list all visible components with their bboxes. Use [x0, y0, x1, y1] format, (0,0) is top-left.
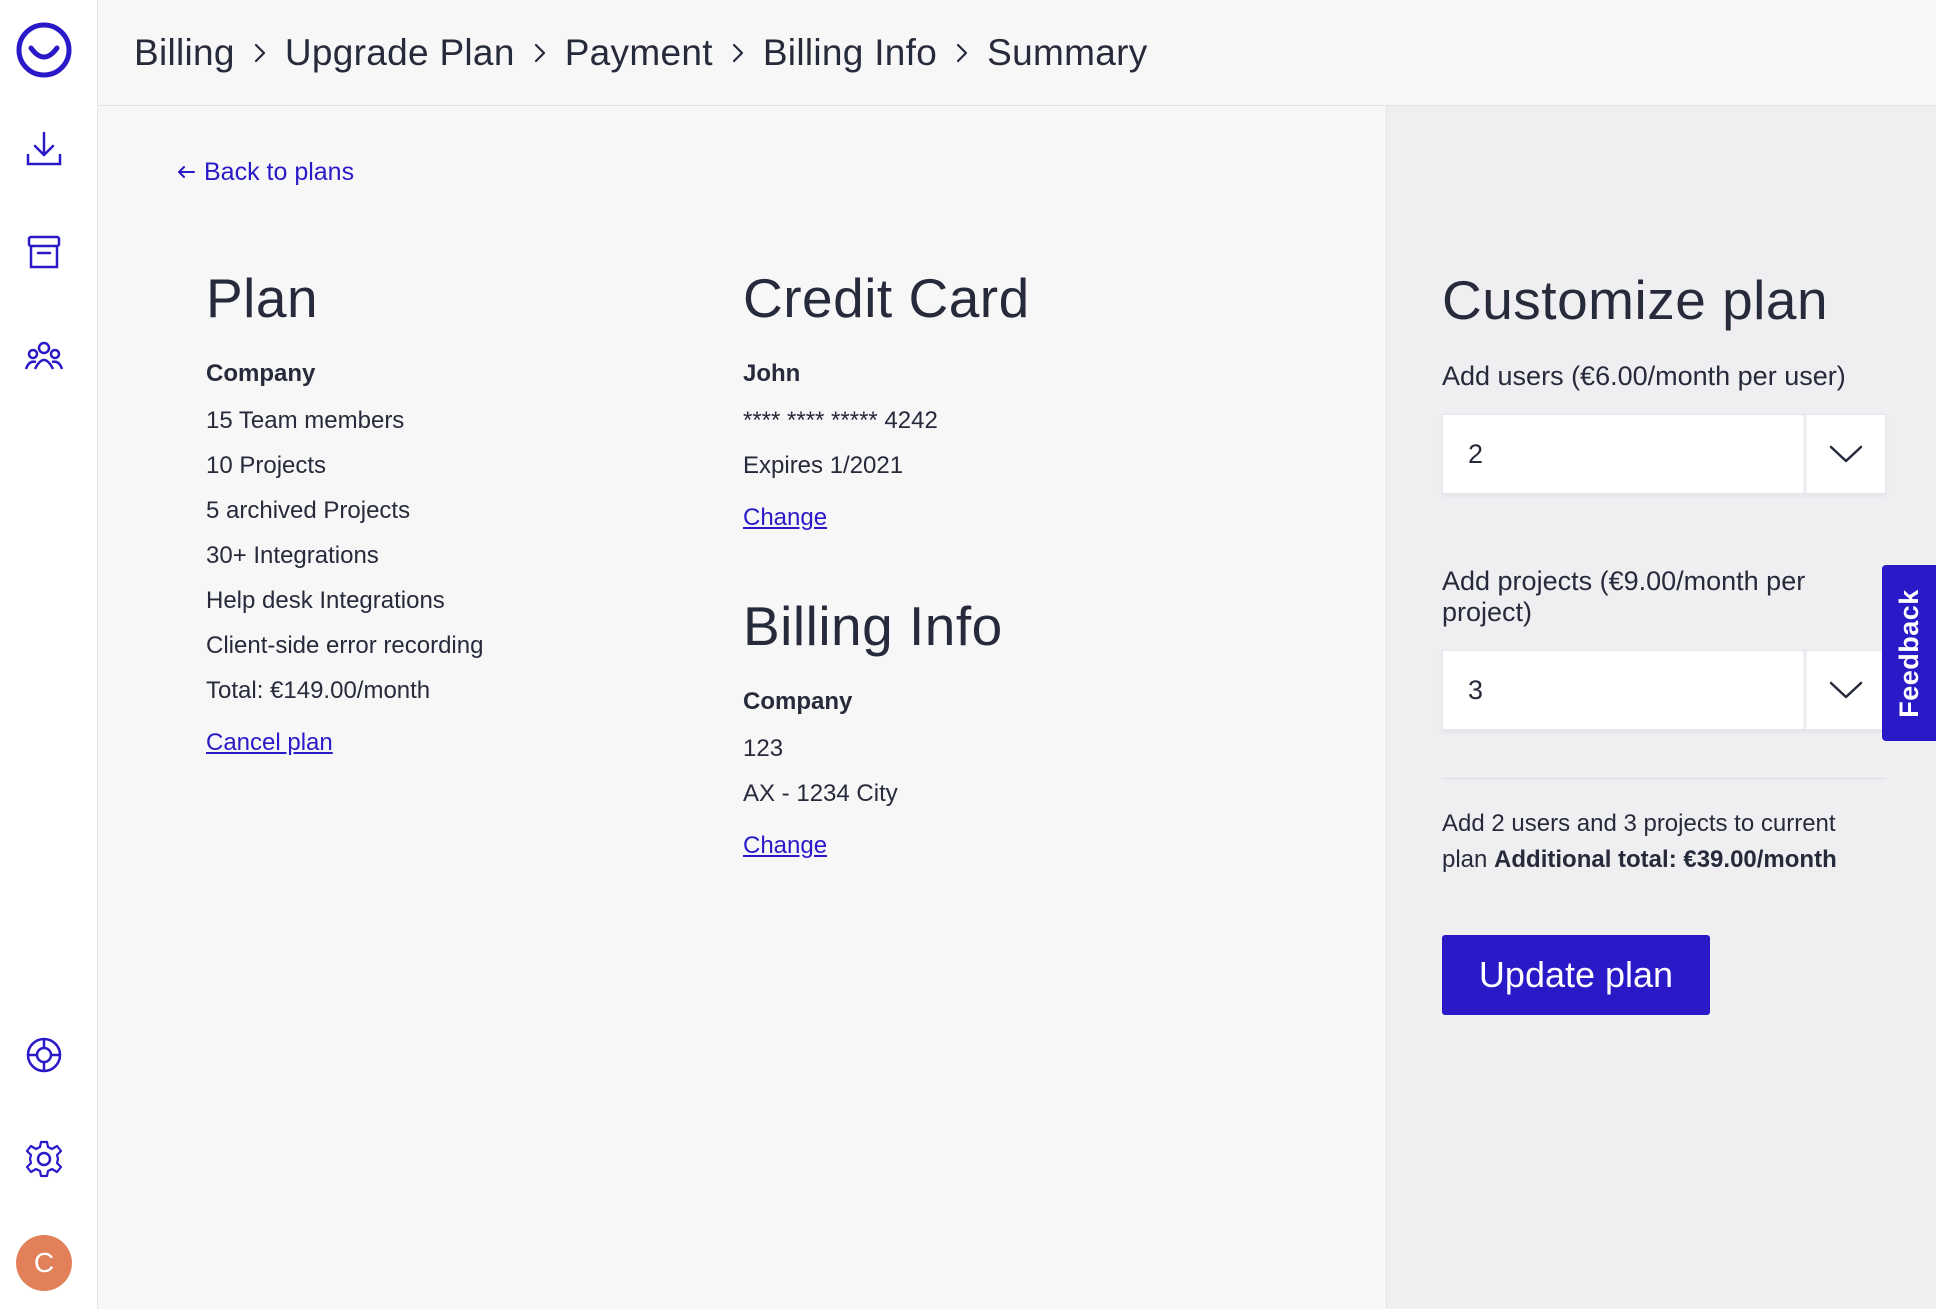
breadcrumb-payment[interactable]: Payment — [565, 32, 713, 74]
credit-card-title: Credit Card — [743, 267, 1030, 329]
chevron-down-icon[interactable] — [1803, 651, 1885, 729]
customize-plan-title: Customize plan — [1442, 269, 1829, 331]
users-label: Add users (€6.00/month per user) — [1442, 361, 1846, 391]
billing-address-line1: 123 — [743, 735, 784, 762]
plan-change-summary: Add 2 users and 3 projects to current pl… — [1442, 806, 1882, 878]
archive-box-icon[interactable] — [22, 231, 66, 275]
change-card-link[interactable]: Change — [743, 504, 827, 532]
app-logo-icon[interactable] — [15, 21, 73, 79]
feedback-label: Feedback — [1893, 588, 1924, 718]
billing-info-section: Billing Info Company 123 AX - 1234 City … — [743, 594, 1223, 860]
users-select-value: 2 — [1468, 438, 1484, 469]
plan-feature: Help desk Integrations — [206, 587, 445, 614]
breadcrumb-billing-info[interactable]: Billing Info — [763, 32, 937, 74]
billing-address-line2: AX - 1234 City — [743, 780, 898, 807]
settings-gear-icon[interactable] — [22, 1137, 66, 1181]
users-select[interactable]: 2 — [1442, 414, 1886, 494]
chevron-right-icon — [731, 42, 745, 64]
customize-plan-panel: Customize plan Add users (€6.00/month pe… — [1386, 106, 1936, 1309]
plan-name: Company — [206, 360, 316, 387]
card-number: **** **** ***** 4242 — [743, 407, 938, 434]
plan-title: Plan — [206, 267, 319, 329]
plan-feature: 15 Team members — [206, 407, 405, 434]
avatar-letter: C — [33, 1247, 55, 1278]
breadcrumb-upgrade-plan[interactable]: Upgrade Plan — [285, 32, 515, 74]
change-billing-link[interactable]: Change — [743, 832, 827, 860]
projects-select[interactable]: 3 — [1442, 650, 1886, 730]
plan-feature: 30+ Integrations — [206, 542, 379, 569]
feedback-tab[interactable]: Feedback — [1882, 565, 1936, 741]
billing-company: Company — [743, 688, 853, 715]
divider — [1442, 778, 1886, 779]
chevron-right-icon — [533, 42, 547, 64]
projects-label: Add projects (€9.00/month per project) — [1442, 566, 1806, 627]
credit-card-section: Credit Card John **** **** ***** 4242 Ex… — [743, 266, 1223, 860]
breadcrumb: Billing Upgrade Plan Payment Billing Inf… — [98, 0, 1936, 106]
chevron-right-icon — [955, 42, 969, 64]
lifebuoy-icon[interactable] — [22, 1033, 66, 1077]
card-holder: John — [743, 360, 801, 387]
chevron-down-icon[interactable] — [1803, 415, 1885, 493]
back-to-plans-link[interactable]: Back to plans — [176, 158, 354, 187]
projects-select-value: 3 — [1468, 674, 1484, 705]
breadcrumb-billing[interactable]: Billing — [134, 32, 235, 74]
plan-feature: 5 archived Projects — [206, 497, 411, 524]
summary-total: Additional total: €39.00/month — [1494, 846, 1837, 873]
arrow-left-icon — [176, 158, 196, 187]
back-to-plans-label: Back to plans — [204, 158, 355, 186]
plan-total: Total: €149.00/month — [206, 677, 431, 704]
team-icon[interactable] — [22, 335, 66, 379]
plan-section: Plan Company 15 Team members 10 Projects… — [206, 266, 686, 757]
chevron-right-icon — [253, 42, 267, 64]
main-content: Back to plans Plan Company 15 Team membe… — [98, 106, 1386, 1309]
billing-info-title: Billing Info — [743, 595, 1003, 657]
user-avatar[interactable]: C — [16, 1235, 72, 1291]
sidebar: C — [0, 0, 98, 1309]
update-plan-button[interactable]: Update plan — [1442, 935, 1710, 1015]
plan-feature: 10 Projects — [206, 452, 327, 479]
breadcrumb-summary: Summary — [987, 31, 1148, 73]
download-icon[interactable] — [22, 127, 66, 171]
cancel-plan-link[interactable]: Cancel plan — [206, 729, 333, 757]
plan-feature: Client-side error recording — [206, 632, 484, 659]
card-expiry: Expires 1/2021 — [743, 452, 904, 479]
